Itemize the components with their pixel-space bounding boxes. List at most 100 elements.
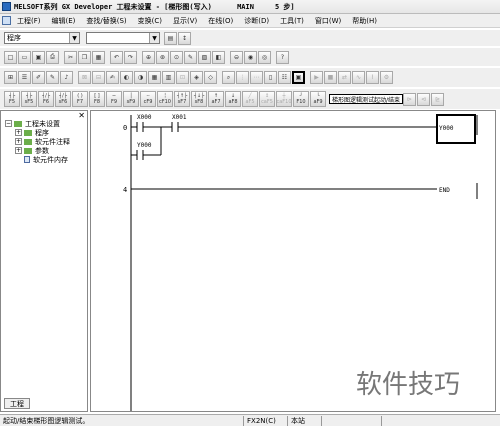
project-pane: ✕ − 工程未设置 + 程序 + 软元件注释 + 参数 软元件内存 工程 <box>0 110 88 412</box>
find-device-icon[interactable]: ⊛ <box>156 50 169 64</box>
find-instruction-icon[interactable]: ⊙ <box>170 50 183 64</box>
ladder-toolbar: ⊞ ☰ ✐ ✎ ♪ ⊠ ⊟ ✍ ◐ ◑ ▦ ▥ ⊡ ◈ ◇ ⌕ ⋮ ⋯ ▯ ☷ … <box>0 68 500 87</box>
menu-edit[interactable]: 编辑(E) <box>52 16 76 26</box>
tab-project[interactable]: 工程 <box>4 398 30 409</box>
falling-pulse-icon[interactable]: ┤↓├ sF8 <box>191 91 207 107</box>
new-icon[interactable]: □ <box>4 50 17 64</box>
monitor-icon[interactable]: ◉ <box>244 50 257 64</box>
ladder-view-icon[interactable]: ⊞ <box>4 71 17 84</box>
operation-result-icon[interactable]: ↕ caF5 <box>259 91 275 107</box>
parallel-rising-icon[interactable]: ↑ aF7 <box>208 91 224 107</box>
transfer-icon[interactable]: ⇄ <box>338 71 351 84</box>
folder-icon <box>14 120 22 127</box>
coil-label: Y000 <box>439 125 454 132</box>
undo-icon[interactable]: ↶ <box>110 50 123 64</box>
note-icon[interactable]: ♪ <box>60 71 73 84</box>
parallel-closed-contact-icon[interactable]: ┤/├ sF6 <box>55 91 71 107</box>
line-draw-icon[interactable]: ┘ F10 <box>293 91 309 107</box>
verify-icon[interactable]: ◧ <box>212 50 225 64</box>
statement-icon[interactable]: ✎ <box>46 71 59 84</box>
folder-icon <box>24 138 32 145</box>
list-view-icon[interactable]: ☰ <box>18 71 31 84</box>
find-icon[interactable]: ⊕ <box>142 50 155 64</box>
expand-icon[interactable]: + <box>15 147 22 154</box>
simulation-icon[interactable]: ▣ <box>292 71 305 84</box>
write-icon[interactable]: ✎ <box>184 50 197 64</box>
open-contact-icon[interactable]: ┤├ F5 <box>4 91 20 107</box>
horizontal-line-icon[interactable]: ─ F9 <box>106 91 122 107</box>
zoom-out-icon[interactable]: ⊖ <box>230 50 243 64</box>
help-icon[interactable]: ? <box>276 50 289 64</box>
program-list-icon[interactable]: ▤ <box>164 31 177 45</box>
stop-icon[interactable]: ⊲ <box>417 92 431 106</box>
column-icon[interactable]: ▯ <box>264 71 277 84</box>
batch-monitor-icon[interactable]: ▥ <box>162 71 175 84</box>
menu-help[interactable]: 帮助(H) <box>352 16 377 26</box>
menu-diagnostics[interactable]: 诊断(D) <box>244 16 269 26</box>
paste-icon[interactable]: ▦ <box>92 50 105 64</box>
parallel-open-contact-icon[interactable]: ┤├ sF5 <box>21 91 37 107</box>
line-delete-icon[interactable]: └ aF9 <box>310 91 326 107</box>
menu-project[interactable]: 工程(F) <box>17 16 41 26</box>
remote-run-icon[interactable]: ▶ <box>310 71 323 84</box>
sampling-icon[interactable]: ∿ <box>352 71 365 84</box>
options-icon[interactable]: ⚙ <box>380 71 393 84</box>
delete-horizontal-icon[interactable]: ╌ cF9 <box>140 91 156 107</box>
expand-icon[interactable]: + <box>15 138 22 145</box>
cross-ref-icon[interactable]: ⋯ <box>250 71 263 84</box>
delete-vertical-icon[interactable]: ╎ cF10 <box>157 91 173 107</box>
open-icon[interactable]: ▭ <box>18 50 31 64</box>
chevron-down-icon[interactable]: ▼ <box>149 33 159 43</box>
cut-icon[interactable]: ✂ <box>64 50 77 64</box>
expand-icon[interactable]: + <box>15 129 22 136</box>
start-icon[interactable]: ⊳ <box>403 92 417 106</box>
standard-toolbar: □ ▭ ▣ ⎙ ✂ ❐ ▦ ↶ ↷ ⊕ ⊛ ⊙ ✎ ▧ ◧ ⊖ ◉ ◎ ? <box>0 48 500 66</box>
lines-icon[interactable]: ☷ <box>278 71 291 84</box>
alias-icon[interactable]: ⊠ <box>78 71 91 84</box>
step-run-icon[interactable]: ⊵ <box>431 92 445 106</box>
entry-icon[interactable]: ◈ <box>190 71 203 84</box>
invert-icon[interactable]: ╱ aF5 <box>242 91 258 107</box>
search-icon[interactable]: ⌕ <box>222 71 235 84</box>
read-icon[interactable]: ▧ <box>198 50 211 64</box>
menu-window[interactable]: 窗口(W) <box>315 16 341 26</box>
chevron-down-icon[interactable]: ▼ <box>69 33 79 43</box>
coil-icon[interactable]: ( ) F7 <box>72 91 88 107</box>
menu-view[interactable]: 显示(V) <box>173 16 197 26</box>
title-bar: MELSOFT系列 GX Developer 工程未设置 - [梯形图(写入) … <box>0 0 500 14</box>
document-icon <box>24 156 30 163</box>
menu-online[interactable]: 在线(O) <box>208 16 233 26</box>
redo-icon[interactable]: ↷ <box>124 50 137 64</box>
print-icon[interactable]: ⎙ <box>46 50 59 64</box>
collapse-icon[interactable]: − <box>5 120 12 127</box>
copy-icon[interactable]: ❐ <box>78 50 91 64</box>
menu-convert[interactable]: 变换(C) <box>138 16 162 26</box>
menu-find-replace[interactable]: 查找/替换(S) <box>86 16 126 26</box>
vertical-line-icon[interactable]: │ sF9 <box>123 91 139 107</box>
parallel-falling-icon[interactable]: ↓ aF8 <box>225 91 241 107</box>
comment-icon[interactable]: ✐ <box>32 71 45 84</box>
application-instruction-icon[interactable]: [ ] F8 <box>89 91 105 107</box>
save-icon[interactable]: ▣ <box>32 50 45 64</box>
monitor-write-icon[interactable]: ◎ <box>258 50 271 64</box>
step-icon[interactable]: ⋮ <box>236 71 249 84</box>
ruled-line-icon[interactable]: ┼ caF10 <box>276 91 292 107</box>
tree-item-device-memory[interactable]: 软元件内存 <box>5 155 70 164</box>
read-mode-icon[interactable]: ◐ <box>120 71 133 84</box>
monitor-mode-icon[interactable]: ◑ <box>134 71 147 84</box>
test-icon[interactable]: ◇ <box>204 71 217 84</box>
close-icon[interactable]: ✕ <box>78 111 85 120</box>
document-menu-icon[interactable] <box>2 16 11 25</box>
closed-contact-icon[interactable]: ┤/├ F6 <box>38 91 54 107</box>
registration-icon[interactable]: ⊡ <box>176 71 189 84</box>
rising-pulse-icon[interactable]: ┤↑├ sF7 <box>174 91 190 107</box>
device-select[interactable]: ▼ <box>86 32 160 44</box>
jump-icon[interactable]: ↕ <box>178 31 191 45</box>
menu-tools[interactable]: 工具(T) <box>280 16 304 26</box>
remote-stop-icon[interactable]: ■ <box>324 71 337 84</box>
device-memory-icon[interactable]: ▦ <box>148 71 161 84</box>
write-mode-icon[interactable]: ✍ <box>106 71 119 84</box>
device-display-icon[interactable]: ⊟ <box>92 71 105 84</box>
trace-icon[interactable]: ⌇ <box>366 71 379 84</box>
program-select[interactable]: 程序 ▼ <box>4 32 80 44</box>
